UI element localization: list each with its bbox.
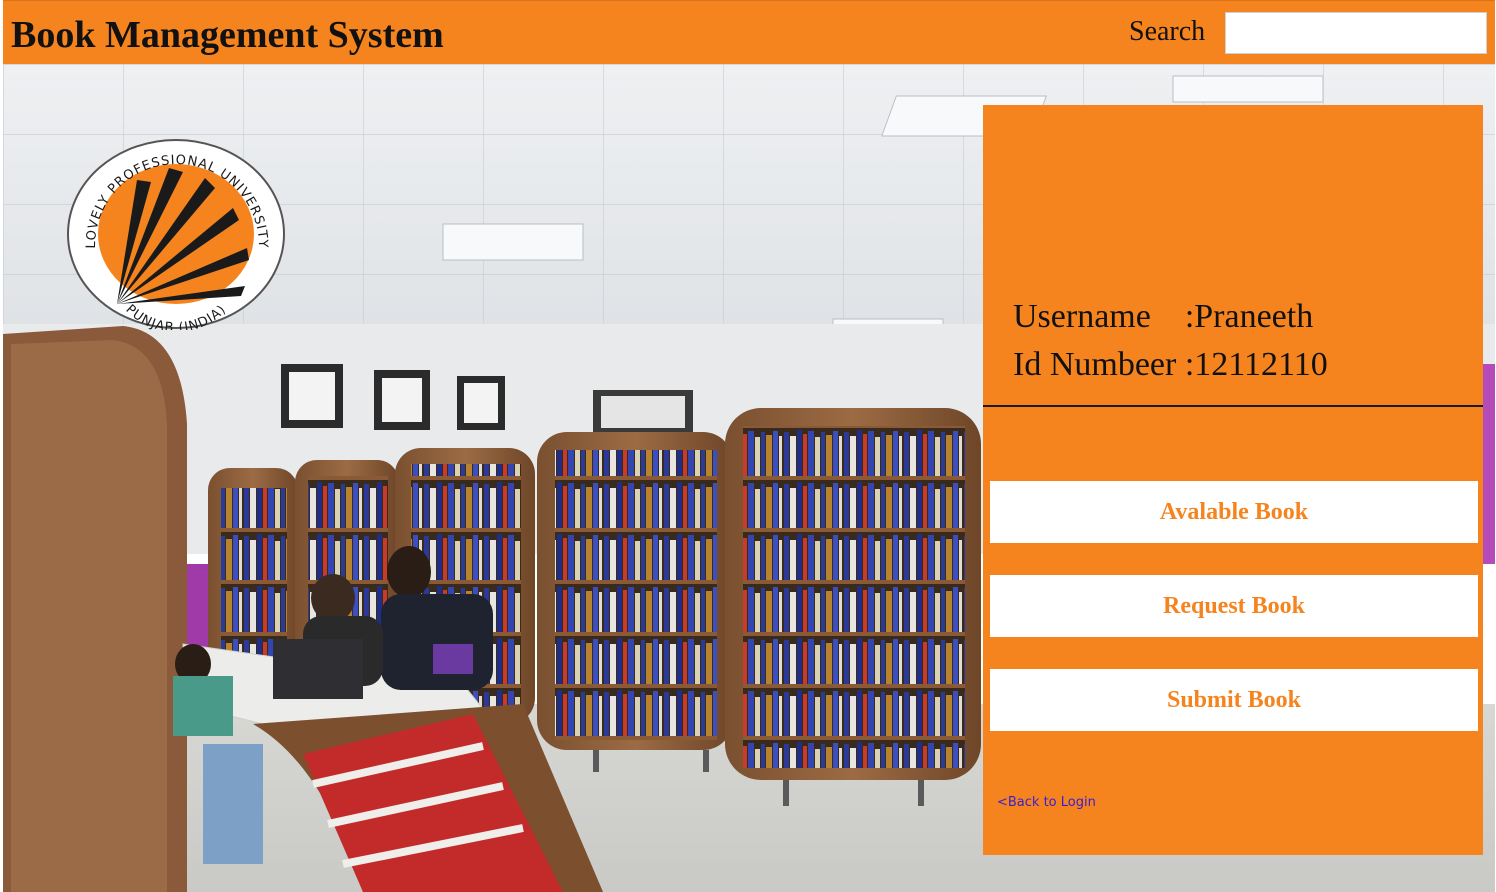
user-panel: Username :Praneeth Id Numbeer :12112110 …: [983, 105, 1483, 855]
app-window: LOVELY PROFESSIONAL UNIVERSITY PUNJAB (I…: [3, 0, 1495, 892]
university-logo: LOVELY PROFESSIONAL UNIVERSITY PUNJAB (I…: [65, 136, 287, 336]
top-header: Book Management System Search: [3, 0, 1495, 64]
search-label: Search: [1129, 16, 1206, 47]
username-text: Username :Praneeth: [1013, 298, 1314, 335]
back-to-login-link[interactable]: <Back to Login: [997, 795, 1096, 810]
request-book-button[interactable]: Request Book: [990, 575, 1478, 637]
app-title: Book Management System: [11, 14, 444, 56]
panel-divider: [983, 405, 1483, 407]
available-book-button[interactable]: Avalable Book: [990, 481, 1478, 543]
id-number-text: Id Numbeer :12112110: [1013, 346, 1328, 383]
search-input[interactable]: [1225, 12, 1487, 54]
submit-book-button[interactable]: Submit Book: [990, 669, 1478, 731]
